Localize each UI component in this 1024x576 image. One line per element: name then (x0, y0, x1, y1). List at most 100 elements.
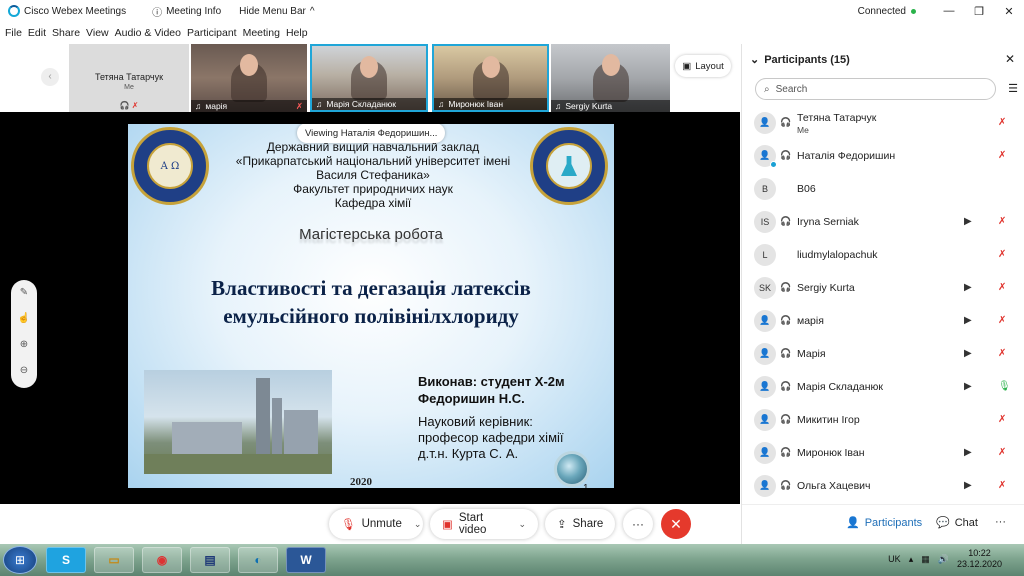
audio-icon: 🎧 (780, 414, 792, 424)
chat-tab-label: Chat (954, 516, 978, 529)
tile-name: Миронюк Іван (448, 99, 504, 109)
save-disk-icon[interactable]: ▤ (190, 547, 230, 573)
participant-row[interactable]: SK 🎧 Sergiy Kurta ▶ ✗ (742, 271, 1024, 304)
annotate-pen-icon[interactable]: ✎ (11, 280, 37, 306)
video-camera-icon: ▶ (964, 480, 972, 491)
menu-bar: File Edit Share View Audio & Video Parti… (0, 24, 309, 42)
mic-muted-icon[interactable]: ✗ (998, 348, 1006, 359)
end-call-button[interactable]: ✕ (661, 509, 691, 539)
skype-icon[interactable]: S (46, 547, 86, 573)
mic-muted-icon[interactable]: ✗ (998, 249, 1006, 260)
unmute-button[interactable]: 🎙 Unmute ⌄ (329, 509, 423, 539)
language-indicator[interactable]: UK (888, 554, 901, 564)
slide-line: Кафедра хімії (334, 196, 412, 210)
hide-menu-bar-button[interactable]: Hide Menu Bar ^ (239, 6, 314, 17)
self-tag: Me (124, 84, 134, 91)
mic-muted-icon: ✗ (295, 100, 303, 111)
slide-line: «Прикарпатський національний університет… (235, 154, 511, 168)
participant-row[interactable]: 👤 🎧 Миронюк Іван ▶ ✗ (742, 436, 1024, 469)
video-tile[interactable]: ♫ Sergiy Kurta (551, 44, 670, 112)
mic-muted-icon[interactable]: ✗ (998, 447, 1006, 458)
layout-button[interactable]: ▣ Layout (675, 55, 731, 77)
chevron-down-icon[interactable]: ⌄ (414, 519, 422, 530)
chat-tab[interactable]: 💬 Chat (936, 516, 978, 530)
audio-icon: ♫ (316, 99, 323, 109)
participants-tab-label: Participants (864, 516, 923, 529)
participant-row[interactable]: 👤 🎧 Тетяна Татарчук Me ✗ (742, 106, 1024, 139)
participants-tab[interactable]: 👤 Participants (846, 516, 923, 530)
participant-row[interactable]: 👤 🎧 Наталія Федоришин ✗ (742, 139, 1024, 172)
menu-file[interactable]: File (5, 27, 22, 39)
zoom-in-icon[interactable]: ⊕ (11, 332, 37, 358)
webex-taskbar-icon[interactable]: ◐ (238, 547, 278, 573)
tile-name: Sergiy Kurta (565, 101, 613, 111)
video-camera-icon: ▶ (964, 348, 972, 359)
network-icon[interactable]: ▦ (921, 554, 930, 565)
chrome-icon[interactable]: ◉ (142, 547, 182, 573)
menu-help[interactable]: Help (286, 27, 308, 39)
mic-muted-icon[interactable]: ✗ (998, 150, 1006, 161)
participant-name: Тетяна Татарчук (797, 112, 877, 124)
start-button-icon[interactable]: ⊞ (3, 546, 37, 574)
mic-muted-icon[interactable]: ✗ (998, 117, 1006, 128)
sort-list-icon[interactable]: ☰ (1008, 82, 1018, 95)
participant-name: Iryna Serniak (797, 215, 859, 228)
menu-view[interactable]: View (86, 27, 109, 39)
zoom-out-icon[interactable]: ⊖ (11, 358, 37, 384)
chevron-down-icon[interactable]: ⌄ (518, 519, 526, 530)
participant-row[interactable]: 👤 🎧 Марія Складанюк ▶ 🎙 (742, 370, 1024, 403)
app-name: Cisco Webex Meetings (24, 5, 127, 17)
file-explorer-icon[interactable]: ▭ (94, 547, 134, 573)
mic-muted-icon[interactable]: ✗ (998, 480, 1006, 491)
pointer-icon[interactable]: ☝ (11, 306, 37, 332)
meeting-controls: 🎙 Unmute ⌄ ▣ Start video ⌄ ⇪ Share ··· ✕ (0, 504, 740, 544)
avatar: 👤 (754, 474, 776, 497)
chevron-left-icon[interactable]: ‹ (41, 68, 59, 86)
menu-meeting[interactable]: Meeting (243, 27, 280, 39)
avatar: 👤 (754, 342, 776, 365)
word-icon[interactable]: W (286, 547, 326, 573)
mic-muted-icon[interactable]: ✗ (998, 216, 1006, 227)
close-panel-icon[interactable]: ✕ (1005, 52, 1015, 66)
start-video-button[interactable]: ▣ Start video ⌄ (430, 509, 538, 539)
participant-row[interactable]: B B06 (742, 172, 1024, 205)
more-panel-options-button[interactable]: ··· (995, 516, 1006, 528)
person-icon: 👤 (759, 381, 771, 391)
audio-icon: ♫ (555, 101, 562, 111)
menu-audio-video[interactable]: Audio & Video (115, 27, 181, 39)
volume-icon[interactable]: 🔊 (938, 554, 949, 565)
mic-active-icon[interactable]: 🎙 (998, 381, 1011, 392)
mic-muted-icon: ✗ (131, 101, 139, 110)
participant-row[interactable]: 👤 🎧 Микитин Ігор ✗ (742, 403, 1024, 436)
participant-face (601, 54, 620, 76)
app-title: Cisco Webex Meetings (8, 5, 126, 17)
participant-row[interactable]: 👤 🎧 Марія ▶ ✗ (742, 337, 1024, 370)
audio-icon: ♫ (438, 99, 445, 109)
minimize-button[interactable]: — (934, 5, 964, 17)
participant-search-input[interactable]: ⌕ Search (755, 78, 996, 100)
video-tile[interactable]: ♫ Миронюк Іван (432, 44, 549, 112)
mic-muted-icon[interactable]: ✗ (998, 414, 1006, 425)
video-tile[interactable]: ♫ марія ✗ (191, 44, 307, 112)
participant-row[interactable]: Lliudmylalopachuk ✗ (742, 238, 1024, 271)
more-options-button[interactable]: ··· (623, 509, 653, 539)
participant-row[interactable]: 👤 🎧 марія ▶ ✗ (742, 304, 1024, 337)
mic-muted-icon[interactable]: ✗ (998, 315, 1006, 326)
restore-button[interactable]: ❐ (964, 5, 994, 18)
participant-row[interactable]: 👤 🎧 Ольга Хацевич ▶ ✗ (742, 469, 1024, 502)
connection-status-label: Connected (857, 5, 906, 17)
menu-share[interactable]: Share (52, 27, 80, 39)
video-tile[interactable]: ♫ Марія Складанюк (310, 44, 428, 112)
search-icon: ⌕ (764, 83, 770, 95)
menu-edit[interactable]: Edit (28, 27, 46, 39)
share-button[interactable]: ⇪ Share (545, 509, 615, 539)
tray-arrow-icon[interactable]: ▴ (909, 554, 914, 565)
system-clock[interactable]: 10:22 23.12.2020 (957, 548, 1002, 570)
participant-row[interactable]: IS 🎧 Iryna Serniak ▶ ✗ (742, 205, 1024, 238)
menu-participant[interactable]: Participant (187, 27, 237, 39)
participants-header[interactable]: ⌄ Participants (15) (750, 53, 850, 67)
close-window-button[interactable]: ✕ (994, 5, 1024, 18)
mic-muted-icon[interactable]: ✗ (998, 282, 1006, 293)
meeting-info-button[interactable]: ⓘ Meeting Info (152, 4, 221, 19)
self-video-tile[interactable]: Тетяна Татарчук Me 🎧 ✗ (69, 44, 189, 112)
